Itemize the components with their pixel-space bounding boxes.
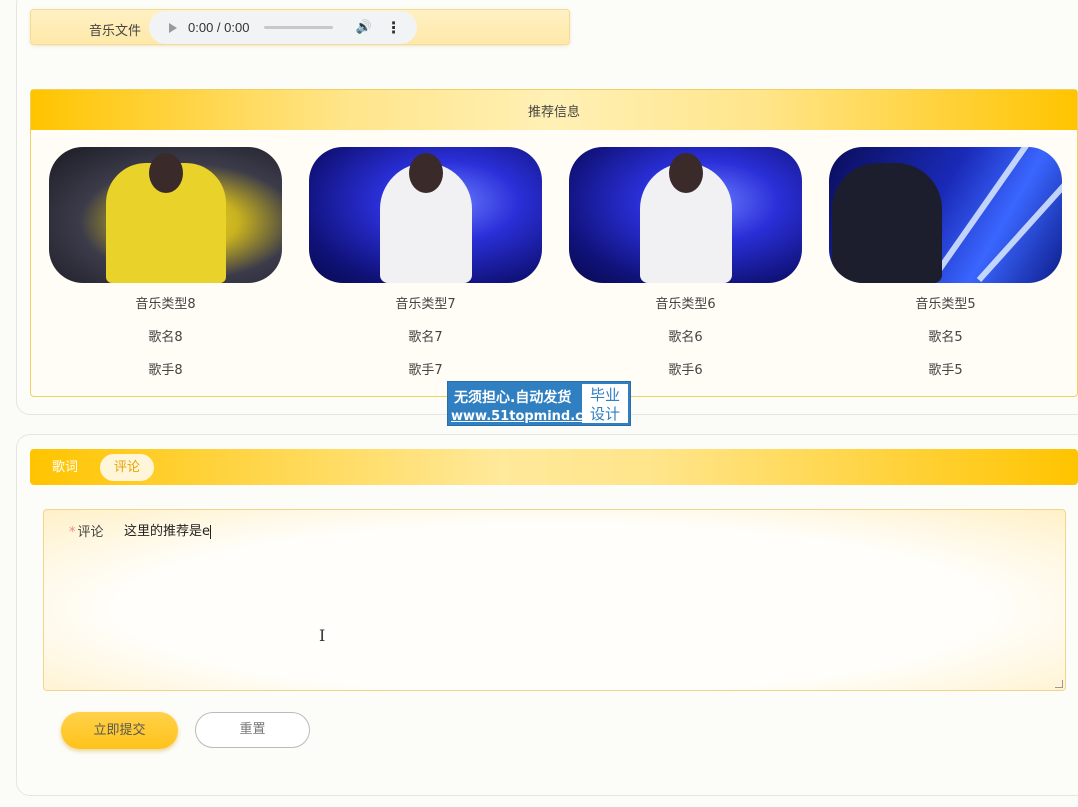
comment-value-text: 这里的推荐是e [124, 524, 210, 539]
recommend-card[interactable]: 音乐类型6 歌名6 歌手6 [569, 147, 802, 378]
singer-name: 歌手7 [408, 363, 443, 378]
watermark-line1: 无须担心.自动发货 [454, 390, 572, 406]
recommend-card[interactable]: 音乐类型5 歌名5 歌手5 [829, 147, 1062, 378]
recommend-title: 推荐信息 [31, 90, 1077, 130]
recommend-section: 推荐信息 音乐类型8 歌名8 歌手8 音乐类型7 歌名7 歌手7 音乐类型6 歌… [30, 89, 1078, 397]
singer-name: 歌手6 [668, 363, 703, 378]
tab-bar: 歌词 评论 [30, 449, 1078, 485]
singer-figure [832, 163, 943, 283]
watermark-tag-line2: 设计 [589, 405, 620, 423]
text-cursor-icon: I [319, 626, 326, 645]
song-name: 歌名7 [408, 330, 443, 345]
music-type: 音乐类型6 [655, 297, 716, 312]
more-options-icon[interactable]: ⋮ [386, 19, 402, 36]
singer-name: 歌手5 [928, 363, 963, 378]
song-name: 歌名8 [148, 330, 183, 345]
music-type: 音乐类型7 [395, 297, 456, 312]
comment-label: * 评论 [69, 521, 104, 540]
watermark-url: www.51topmind.com [451, 409, 606, 424]
recommend-cards: 音乐类型8 歌名8 歌手8 音乐类型7 歌名7 歌手7 音乐类型6 歌名6 歌手… [49, 147, 1062, 378]
comment-input-value[interactable]: 这里的推荐是e [124, 520, 211, 539]
audio-player[interactable]: 0:00 / 0:00 🔊 ⋮ [149, 11, 417, 44]
audio-time: 0:00 / 0:00 [188, 20, 250, 35]
watermark-tag-line1: 毕业 [589, 386, 620, 404]
singer-head [408, 153, 443, 193]
song-cover-image[interactable] [829, 147, 1062, 283]
required-asterisk: * [69, 525, 76, 540]
comment-label-text: 评论 [77, 525, 104, 540]
song-cover-image[interactable] [309, 147, 542, 283]
song-name: 歌名6 [668, 330, 703, 345]
play-icon[interactable] [169, 22, 177, 33]
volume-icon[interactable]: 🔊 [355, 20, 371, 35]
tab-comments[interactable]: 评论 [100, 454, 154, 481]
song-name: 歌名5 [928, 330, 963, 345]
watermark-badge: 无须担心.自动发货 www.51topmind.com 毕业 设计 [447, 381, 631, 426]
comment-textarea[interactable]: * 评论 这里的推荐是e [43, 509, 1066, 691]
audio-progress-slider[interactable] [264, 26, 334, 29]
singer-head [668, 153, 703, 193]
submit-button[interactable]: 立即提交 [61, 712, 178, 749]
recommend-card[interactable]: 音乐类型8 歌名8 歌手8 [49, 147, 282, 378]
music-type: 音乐类型5 [915, 297, 976, 312]
watermark-text: 无须担心.自动发货 www.51topmind.com [448, 382, 606, 425]
recommend-card[interactable]: 音乐类型7 歌名7 歌手7 [309, 147, 542, 378]
resize-handle-icon[interactable] [1055, 680, 1063, 688]
song-cover-image[interactable] [569, 147, 802, 283]
song-cover-image[interactable] [49, 147, 282, 283]
text-caret [210, 524, 211, 539]
reset-button[interactable]: 重置 [195, 712, 310, 748]
singer-head [148, 153, 183, 193]
watermark-tag: 毕业 设计 [582, 384, 628, 423]
audio-label: 音乐文件 [89, 24, 142, 39]
audio-row: 音乐文件 0:00 / 0:00 🔊 ⋮ [30, 9, 570, 45]
music-type: 音乐类型8 [135, 297, 196, 312]
tab-lyrics[interactable]: 歌词 [52, 454, 78, 481]
singer-name: 歌手8 [148, 363, 183, 378]
stage-light [976, 159, 1062, 283]
